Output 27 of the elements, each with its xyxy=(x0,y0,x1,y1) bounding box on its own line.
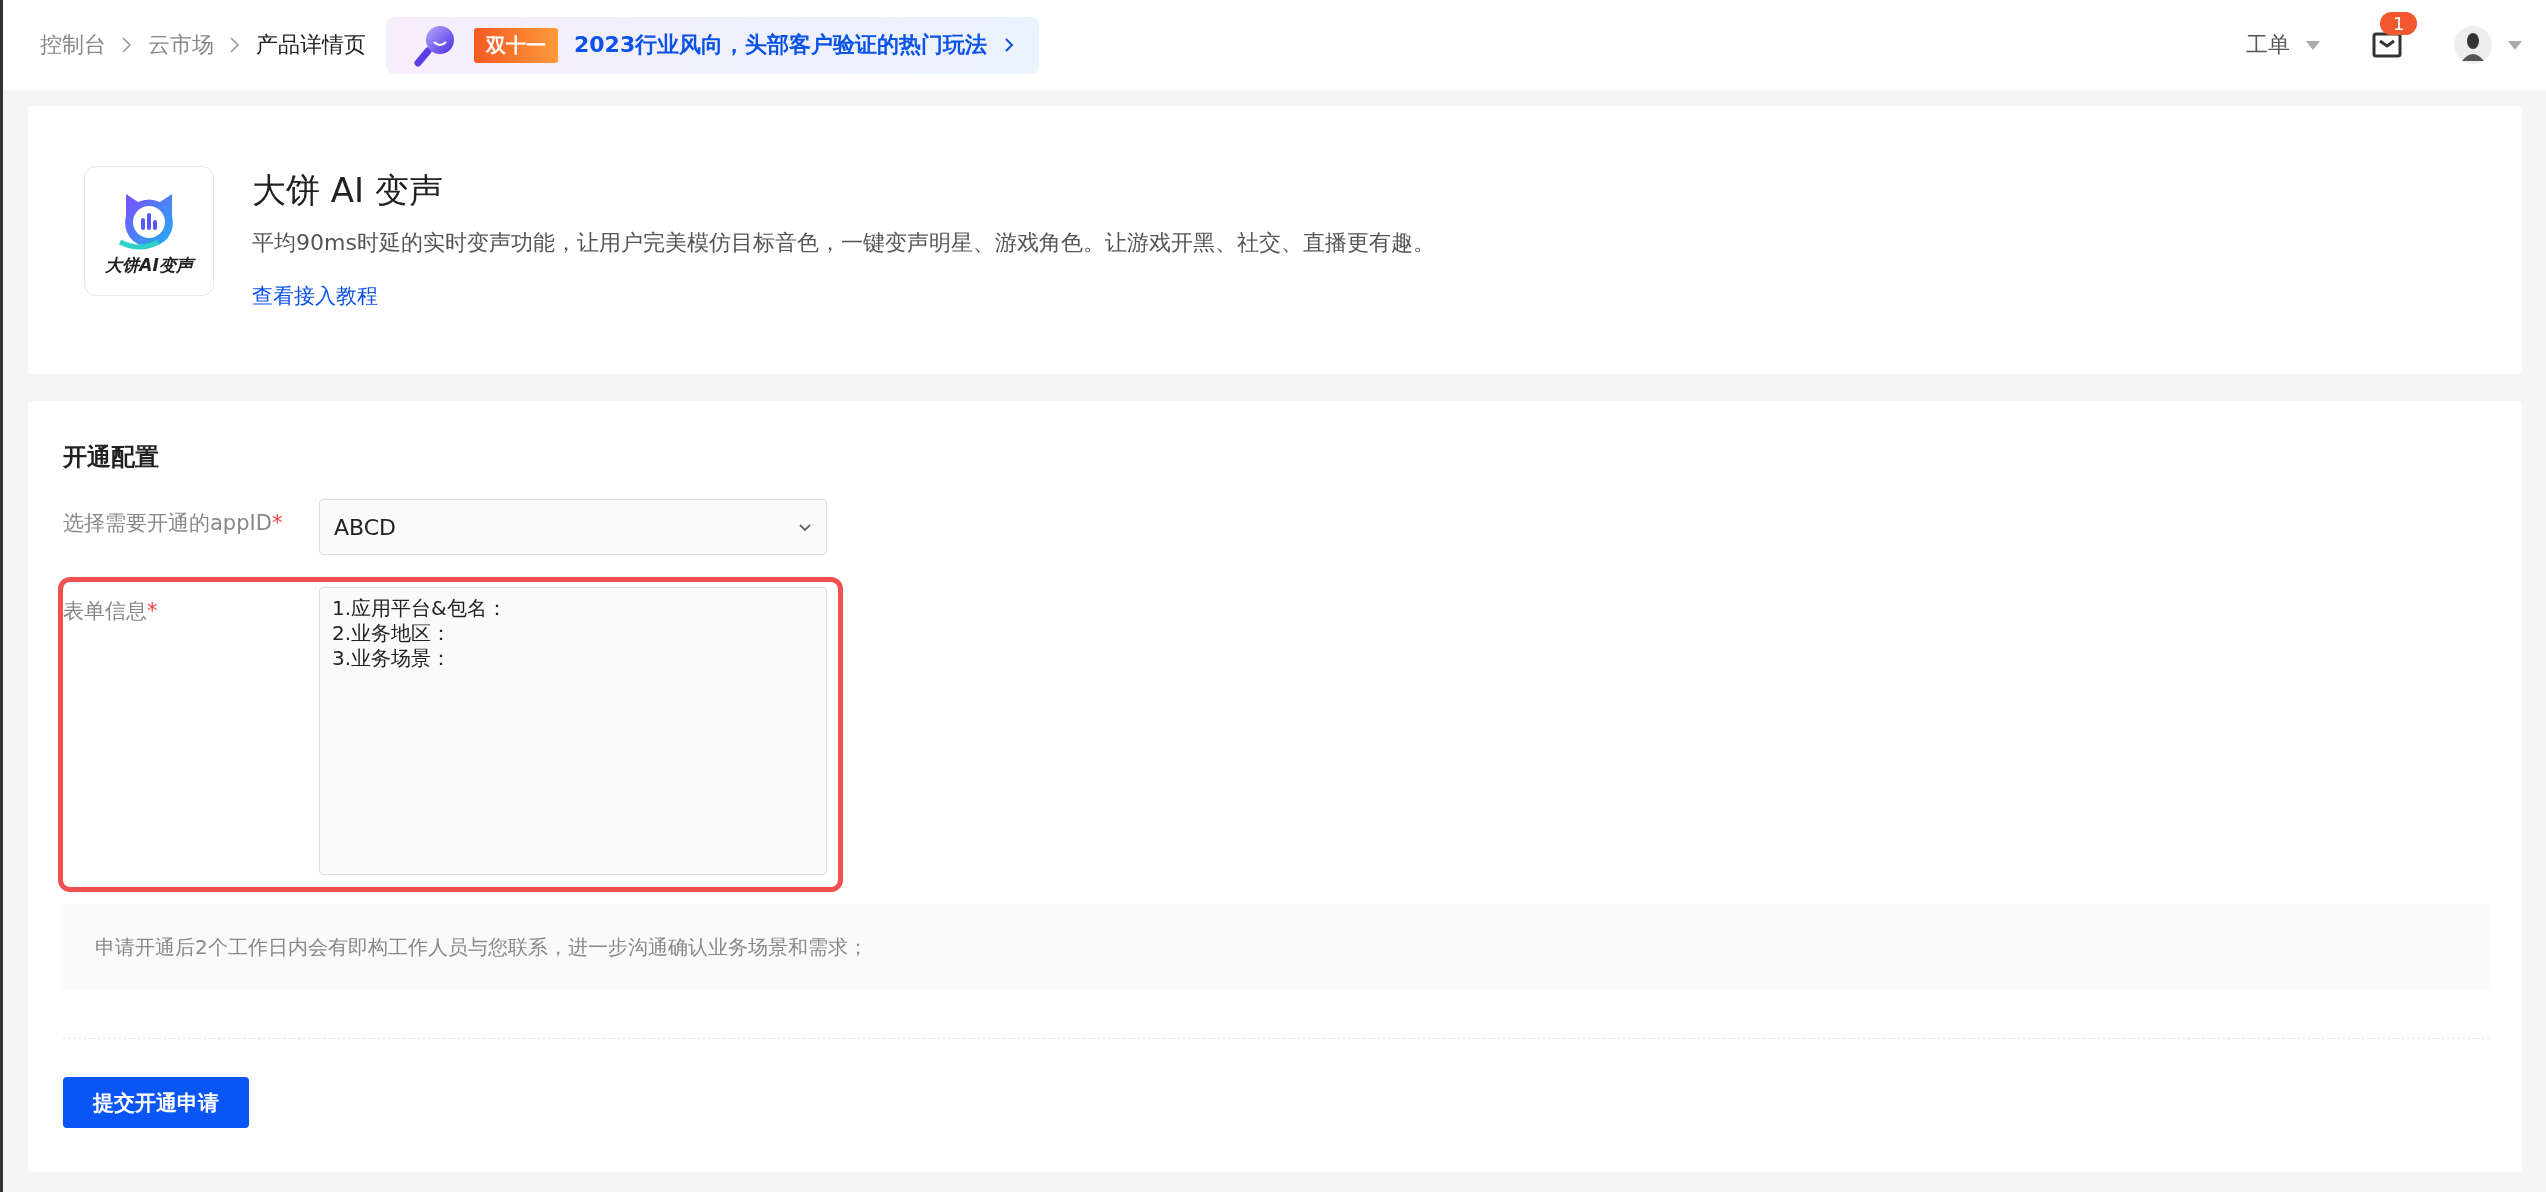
submit-button[interactable]: 提交开通申请 xyxy=(63,1077,249,1128)
ticket-menu[interactable]: 工单 xyxy=(2246,30,2320,60)
field-label: 表单信息* xyxy=(63,598,159,625)
avatar-menu[interactable] xyxy=(2454,26,2522,64)
app-id-select[interactable]: ABCD xyxy=(319,499,827,555)
mail-icon[interactable] xyxy=(2372,32,2402,58)
tutorial-link[interactable]: 查看接入教程 xyxy=(252,282,1435,310)
chevron-down-icon xyxy=(798,522,812,532)
breadcrumb-link[interactable]: 产品详情页 xyxy=(256,30,366,60)
product-title: 大饼 AI 变声 xyxy=(252,169,444,212)
notice-text: 申请开通后2个工作日内会有即构工作人员与您联系，进一步沟通确认业务场景和需求； xyxy=(63,904,2490,990)
form-info-field[interactable]: 1.应用平台&包名： 2.业务地区： 3.业务场景： xyxy=(319,587,827,875)
chevron-icon xyxy=(1003,36,1016,54)
avatar-icon xyxy=(2454,26,2492,64)
breadcrumb-link[interactable]: 云市场 xyxy=(148,30,214,60)
promo-banner[interactable]: 双十一 2023行业风向，头部客户验证的热门玩法 xyxy=(386,16,1040,74)
breadcrumb-link[interactable]: 控制台 xyxy=(40,30,106,60)
caret-icon xyxy=(2306,40,2320,50)
caret-icon xyxy=(2508,40,2522,50)
notification-badge: 1 xyxy=(2380,12,2418,35)
chevron-icon xyxy=(120,36,134,54)
field-label: 选择需要开通的appID* xyxy=(63,510,284,537)
product-description: 平均90ms时延的实时变声功能，让用户完美模仿目标音色，一键变声明星、游戏角色。让游戏开黑、社交、直播更有趣。 xyxy=(252,229,1435,257)
promo-text: 2023行业风向，头部客户验证的热门玩法 xyxy=(574,31,988,59)
promo-tag: 双十一 xyxy=(474,27,558,63)
section-title: 开通配置 xyxy=(63,442,160,473)
chevron-icon xyxy=(228,36,242,54)
